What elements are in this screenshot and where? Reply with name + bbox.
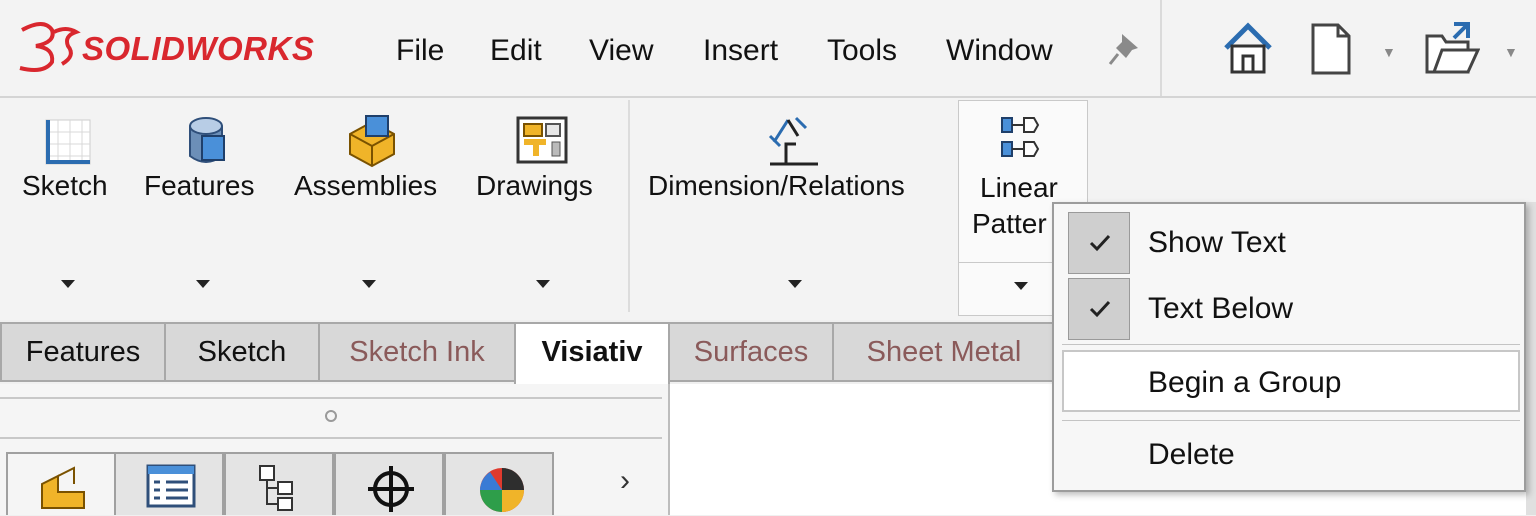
linear-pattern-label-1: Linear bbox=[980, 172, 1058, 203]
ds-logo-icon bbox=[19, 22, 81, 72]
assemblies-icon bbox=[349, 115, 395, 168]
display-manager-icon bbox=[480, 468, 524, 512]
menu-insert[interactable]: Insert bbox=[703, 34, 778, 68]
tab-sketch[interactable]: Sketch bbox=[164, 322, 320, 382]
drawings-icon bbox=[516, 116, 568, 164]
chevron-down-icon[interactable] bbox=[61, 280, 75, 288]
drawings-label: Drawings bbox=[476, 170, 593, 201]
chevron-down-icon[interactable] bbox=[536, 280, 550, 288]
text-below-check bbox=[1068, 278, 1130, 340]
panel-divider bbox=[0, 437, 662, 439]
chevron-down-icon[interactable] bbox=[362, 280, 376, 288]
brand-name: SOLIDWORKS bbox=[82, 30, 315, 67]
window-edge bbox=[1526, 202, 1536, 515]
menu-item-delete[interactable]: Delete bbox=[1148, 438, 1235, 472]
tab-sheet-metal[interactable]: Sheet Metal bbox=[832, 322, 1056, 382]
menu-item-begin-group[interactable]: Begin a Group bbox=[1148, 366, 1341, 400]
menu-separator bbox=[1062, 420, 1520, 421]
linear-pattern-label-2: Patter bbox=[972, 208, 1047, 239]
context-menu: Show Text Text Below Begin a Group Delet… bbox=[1052, 202, 1526, 492]
chevron-down-icon[interactable] bbox=[788, 280, 802, 288]
command-group-separator bbox=[628, 100, 630, 312]
dimxpert-tab[interactable] bbox=[334, 452, 444, 515]
menu-separator bbox=[1062, 344, 1520, 345]
checkmark-icon bbox=[1089, 300, 1111, 318]
sketch-button[interactable]: Sketch bbox=[18, 98, 118, 320]
menu-window[interactable]: Window bbox=[946, 34, 1053, 68]
new-document-icon[interactable] bbox=[1310, 22, 1352, 81]
panel-divider bbox=[0, 397, 662, 399]
checkmark-icon bbox=[1089, 234, 1111, 252]
dimension-relations-icon bbox=[768, 116, 818, 166]
dimxpert-icon bbox=[368, 466, 414, 512]
menu-view[interactable]: View bbox=[589, 34, 653, 68]
menu-item-text-below[interactable]: Text Below bbox=[1148, 292, 1293, 326]
menu-file[interactable]: File bbox=[396, 34, 444, 68]
sketch-label: Sketch bbox=[22, 170, 108, 201]
open-folder-icon[interactable] bbox=[1424, 22, 1481, 81]
show-text-check bbox=[1068, 212, 1130, 274]
assemblies-button[interactable]: Assemblies bbox=[292, 98, 450, 320]
linear-pattern-icon bbox=[1001, 117, 1040, 157]
chevron-down-icon[interactable]: ▼ bbox=[1382, 44, 1396, 60]
chevron-down-icon[interactable] bbox=[196, 280, 210, 288]
configuration-manager-icon bbox=[259, 465, 293, 511]
property-manager-tab[interactable] bbox=[114, 452, 224, 515]
splitter-handle[interactable] bbox=[325, 410, 337, 422]
tab-visiativ[interactable]: Visiativ bbox=[514, 322, 670, 386]
menu-separator bbox=[1160, 0, 1162, 96]
features-button[interactable]: Features bbox=[144, 98, 268, 320]
feature-manager-tab[interactable] bbox=[6, 452, 116, 515]
features-icon bbox=[189, 117, 225, 163]
menu-edit[interactable]: Edit bbox=[490, 34, 542, 68]
menu-tools[interactable]: Tools bbox=[827, 34, 897, 68]
sketch-icon bbox=[45, 119, 91, 165]
menu-item-show-text[interactable]: Show Text bbox=[1148, 226, 1286, 260]
assemblies-label: Assemblies bbox=[294, 170, 438, 201]
features-label: Features bbox=[144, 170, 255, 201]
drawings-button[interactable]: Drawings bbox=[476, 98, 612, 320]
part-icon bbox=[41, 466, 85, 509]
tab-features[interactable]: Features bbox=[0, 322, 166, 382]
chevron-down-icon[interactable] bbox=[1014, 282, 1028, 290]
home-icon[interactable] bbox=[1222, 22, 1274, 81]
tab-surfaces[interactable]: Surfaces bbox=[668, 322, 834, 382]
display-manager-tab[interactable] bbox=[444, 452, 554, 515]
more-tabs-chevron[interactable]: › bbox=[620, 464, 630, 498]
property-manager-icon bbox=[146, 464, 196, 508]
chevron-down-icon[interactable]: ▼ bbox=[1504, 44, 1518, 60]
pin-icon[interactable] bbox=[1108, 30, 1144, 70]
tab-sketch-ink[interactable]: Sketch Ink bbox=[318, 322, 516, 382]
dimension-relations-button[interactable]: Dimension/Relations bbox=[646, 98, 946, 320]
dimension-relations-label: Dimension/Relations bbox=[648, 170, 905, 201]
configuration-manager-tab[interactable] bbox=[224, 452, 334, 515]
